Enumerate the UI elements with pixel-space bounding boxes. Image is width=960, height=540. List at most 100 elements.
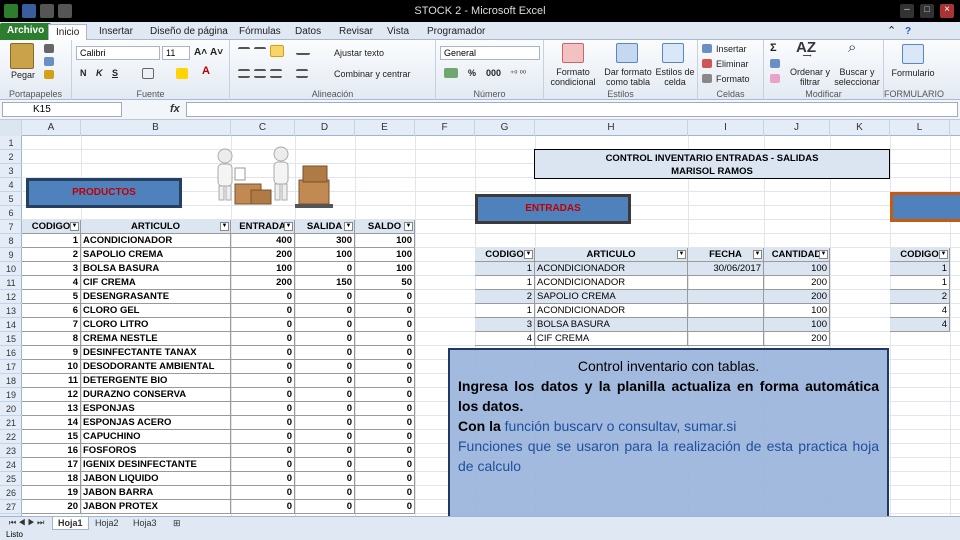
products-cell[interactable]: 16 (22, 444, 81, 458)
products-cell[interactable]: 100 (295, 248, 355, 262)
products-cell[interactable]: 0 (231, 332, 295, 346)
grow-font-icon[interactable]: A˄ (194, 47, 207, 58)
products-cell[interactable]: CLORO LITRO (81, 318, 231, 332)
products-cell[interactable]: 50 (355, 276, 415, 290)
products-cell[interactable]: DESINFECTANTE TANAX (81, 346, 231, 360)
align-center-icon[interactable] (254, 69, 266, 78)
format-cells-button[interactable]: Formato (716, 74, 750, 85)
right-table-cell[interactable]: 1 (890, 262, 950, 276)
filter-dropdown-icon[interactable]: ▼ (677, 250, 686, 259)
products-cell[interactable]: 0 (231, 444, 295, 458)
column-header[interactable]: H (535, 120, 688, 136)
products-header-cell[interactable]: ENTRADA ▼ (231, 220, 295, 234)
tab-archivo[interactable]: Archivo (0, 23, 52, 40)
delete-cells-button[interactable]: Eliminar (716, 59, 749, 70)
column-header[interactable]: J (764, 120, 830, 136)
entries-cell[interactable]: 2 (475, 290, 535, 304)
filter-dropdown-icon[interactable]: ▼ (284, 222, 293, 231)
row-header[interactable]: 3 (0, 164, 22, 178)
borders-icon[interactable] (142, 68, 154, 79)
products-cell[interactable]: 0 (295, 304, 355, 318)
products-cell[interactable]: 0 (295, 486, 355, 500)
products-cell[interactable]: 0 (355, 444, 415, 458)
products-cell[interactable]: 20 (22, 500, 81, 514)
products-cell[interactable]: 0 (355, 472, 415, 486)
filter-dropdown-icon[interactable]: ▼ (404, 222, 413, 231)
column-header[interactable]: G (475, 120, 535, 136)
products-cell[interactable]: 0 (355, 458, 415, 472)
row-header[interactable]: 6 (0, 206, 22, 220)
products-cell[interactable]: 0 (355, 332, 415, 346)
products-cell[interactable]: DURAZNO CONSERVA (81, 388, 231, 402)
entries-cell[interactable]: 100 (764, 318, 830, 332)
indent-icon[interactable] (296, 69, 308, 78)
products-cell[interactable]: 0 (231, 458, 295, 472)
entries-cell[interactable]: 100 (764, 304, 830, 318)
font-name-select[interactable]: Calibri (76, 46, 160, 60)
products-cell[interactable]: 0 (231, 472, 295, 486)
products-cell[interactable]: DESENGRASANTE (81, 290, 231, 304)
products-cell[interactable]: 0 (231, 430, 295, 444)
entries-cell[interactable]: 3 (475, 318, 535, 332)
row-header[interactable]: 8 (0, 234, 22, 248)
products-cell[interactable]: 0 (295, 290, 355, 304)
entries-cell[interactable] (688, 304, 764, 318)
insert-function-icon[interactable]: fx (170, 103, 180, 115)
wrap-text-button[interactable]: Ajustar texto (334, 48, 384, 59)
tab-diseno-pagina[interactable]: Diseño de página (143, 24, 235, 40)
products-cell[interactable]: 0 (295, 402, 355, 416)
row-header[interactable]: 4 (0, 178, 22, 192)
column-header[interactable]: A (22, 120, 81, 136)
row-header[interactable]: 10 (0, 262, 22, 276)
products-cell[interactable]: 6 (22, 304, 81, 318)
products-header-cell[interactable]: ARTICULO ▼ (81, 220, 231, 234)
products-cell[interactable]: 0 (355, 360, 415, 374)
products-cell[interactable]: 0 (355, 416, 415, 430)
right-table-cell[interactable]: 4 (890, 304, 950, 318)
align-top-icon[interactable] (238, 47, 250, 55)
products-cell[interactable]: 9 (22, 346, 81, 360)
row-header[interactable]: 1 (0, 136, 22, 150)
entries-header-cell[interactable]: ARTICULO ▼ (535, 248, 688, 262)
font-size-select[interactable]: 11 (162, 46, 190, 60)
format-table-button[interactable]: Dar formato como tabla (602, 67, 654, 87)
products-cell[interactable]: 7 (22, 318, 81, 332)
right-table-cell[interactable]: 4 (890, 318, 950, 332)
products-cell[interactable]: 8 (22, 332, 81, 346)
row-header[interactable]: 2 (0, 150, 22, 164)
products-cell[interactable]: 0 (295, 360, 355, 374)
entries-cell[interactable]: 1 (475, 304, 535, 318)
formulario-button[interactable]: Formulario (884, 68, 942, 78)
row-header[interactable]: 24 (0, 458, 22, 472)
products-cell[interactable]: 300 (295, 234, 355, 248)
sheet-tab-hoja1[interactable]: Hoja1 (52, 517, 89, 530)
products-cell[interactable]: 400 (231, 234, 295, 248)
column-header[interactable]: L (890, 120, 950, 136)
products-cell[interactable]: 10 (22, 360, 81, 374)
entries-cell[interactable]: ACONDICIONADOR (535, 304, 688, 318)
tab-revisar[interactable]: Revisar (332, 24, 380, 40)
entries-cell[interactable]: 4 (475, 332, 535, 346)
products-cell[interactable]: 0 (231, 318, 295, 332)
orientation-icon[interactable] (296, 47, 310, 55)
align-left-icon[interactable] (238, 69, 250, 78)
tab-vista[interactable]: Vista (380, 24, 416, 40)
italic-button[interactable]: K (96, 68, 103, 79)
right-table-cell[interactable]: 1 (890, 276, 950, 290)
entries-header-cell[interactable]: CODIGO ▼ (475, 248, 535, 262)
products-cell[interactable]: IGENIX DESINFECTANTE (81, 458, 231, 472)
products-cell[interactable]: 150 (295, 276, 355, 290)
row-header[interactable]: 13 (0, 304, 22, 318)
filter-dropdown-icon[interactable]: ▼ (524, 250, 533, 259)
right-table-cell[interactable]: 2 (890, 290, 950, 304)
products-cell[interactable]: 0 (355, 304, 415, 318)
row-header[interactable]: 12 (0, 290, 22, 304)
filter-dropdown-icon[interactable]: ▼ (753, 250, 762, 259)
row-header[interactable]: 14 (0, 318, 22, 332)
entries-cell[interactable] (688, 318, 764, 332)
products-cell[interactable]: 0 (231, 360, 295, 374)
align-right-icon[interactable] (270, 69, 282, 78)
products-cell[interactable]: 0 (355, 346, 415, 360)
row-header[interactable]: 26 (0, 486, 22, 500)
row-header[interactable]: 9 (0, 248, 22, 262)
